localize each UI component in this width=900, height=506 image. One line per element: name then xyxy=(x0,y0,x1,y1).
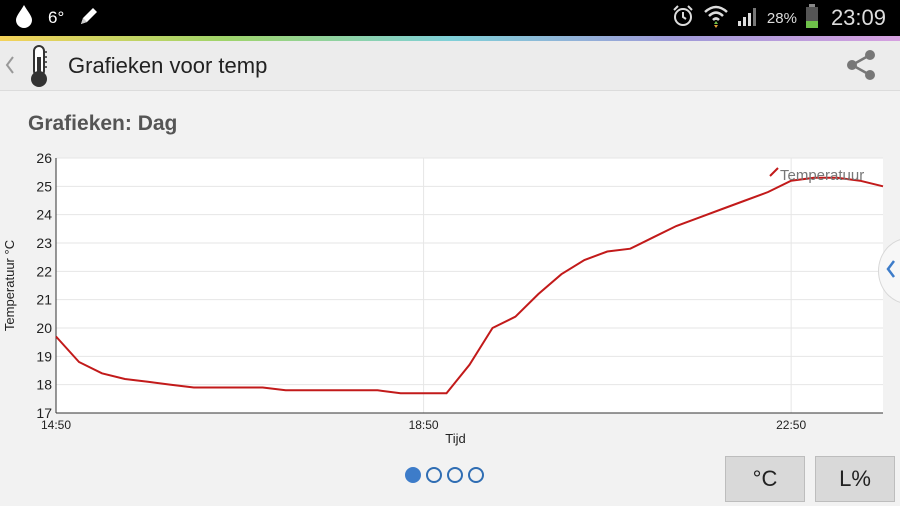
page-dot-4[interactable] xyxy=(468,467,484,483)
celsius-button[interactable]: °C xyxy=(725,456,805,502)
humidity-button[interactable]: L% xyxy=(815,456,895,502)
battery-percent: 28% xyxy=(766,9,797,27)
page-indicator xyxy=(405,467,484,483)
y-tick-label: 26 xyxy=(36,150,52,166)
pencil-icon xyxy=(78,5,100,32)
y-tick-label: 23 xyxy=(36,235,52,251)
wifi-icon xyxy=(703,4,729,33)
page-title: Grafieken voor temp xyxy=(68,53,268,78)
thermometer-icon[interactable] xyxy=(24,43,54,94)
y-tick-label: 20 xyxy=(36,320,52,336)
chevron-left-icon xyxy=(885,257,897,287)
water-drop-icon xyxy=(14,4,34,33)
temperature-chart[interactable]: 1718192021222324252614:50 18:50 22:50TijdT… xyxy=(0,92,900,452)
page-dot-3[interactable] xyxy=(447,467,463,483)
share-icon[interactable] xyxy=(844,48,878,87)
status-bar: 6° 28% 23:09 xyxy=(0,0,900,36)
signal-icon xyxy=(737,5,759,32)
x-axis-label: Tijd xyxy=(445,431,465,446)
y-tick-label: 24 xyxy=(36,207,52,223)
weather-temperature: 6° xyxy=(48,8,65,27)
alarm-icon xyxy=(671,4,695,33)
x-tick-label: 22:50 xyxy=(776,418,806,432)
y-tick-label: 18 xyxy=(36,377,52,393)
y-tick-label: 21 xyxy=(36,292,52,308)
y-axis-label: Temperatuur °C xyxy=(2,240,17,331)
x-tick-label: 18:50 xyxy=(409,418,439,432)
chart-panel: Grafieken: Dag 17 18 19 20 21 22 23 24 25 26 14:50… xyxy=(0,92,900,506)
y-tick-label: 19 xyxy=(36,348,52,364)
y-tick-label: 25 xyxy=(36,178,52,194)
page-dot-1[interactable] xyxy=(405,467,421,483)
legend-label: Temperatuur xyxy=(780,167,864,184)
status-left: 6° xyxy=(14,0,100,36)
action-bar: Grafieken voor temp xyxy=(0,41,900,91)
status-right: 28% 23:09 xyxy=(671,0,886,36)
page-dot-2[interactable] xyxy=(426,467,442,483)
x-tick-label: 14:50 xyxy=(41,418,71,432)
back-chevron-icon[interactable] xyxy=(4,53,16,83)
battery-icon xyxy=(805,3,819,34)
y-tick-label: 22 xyxy=(36,263,52,279)
clock-time: 23:09 xyxy=(830,5,886,30)
